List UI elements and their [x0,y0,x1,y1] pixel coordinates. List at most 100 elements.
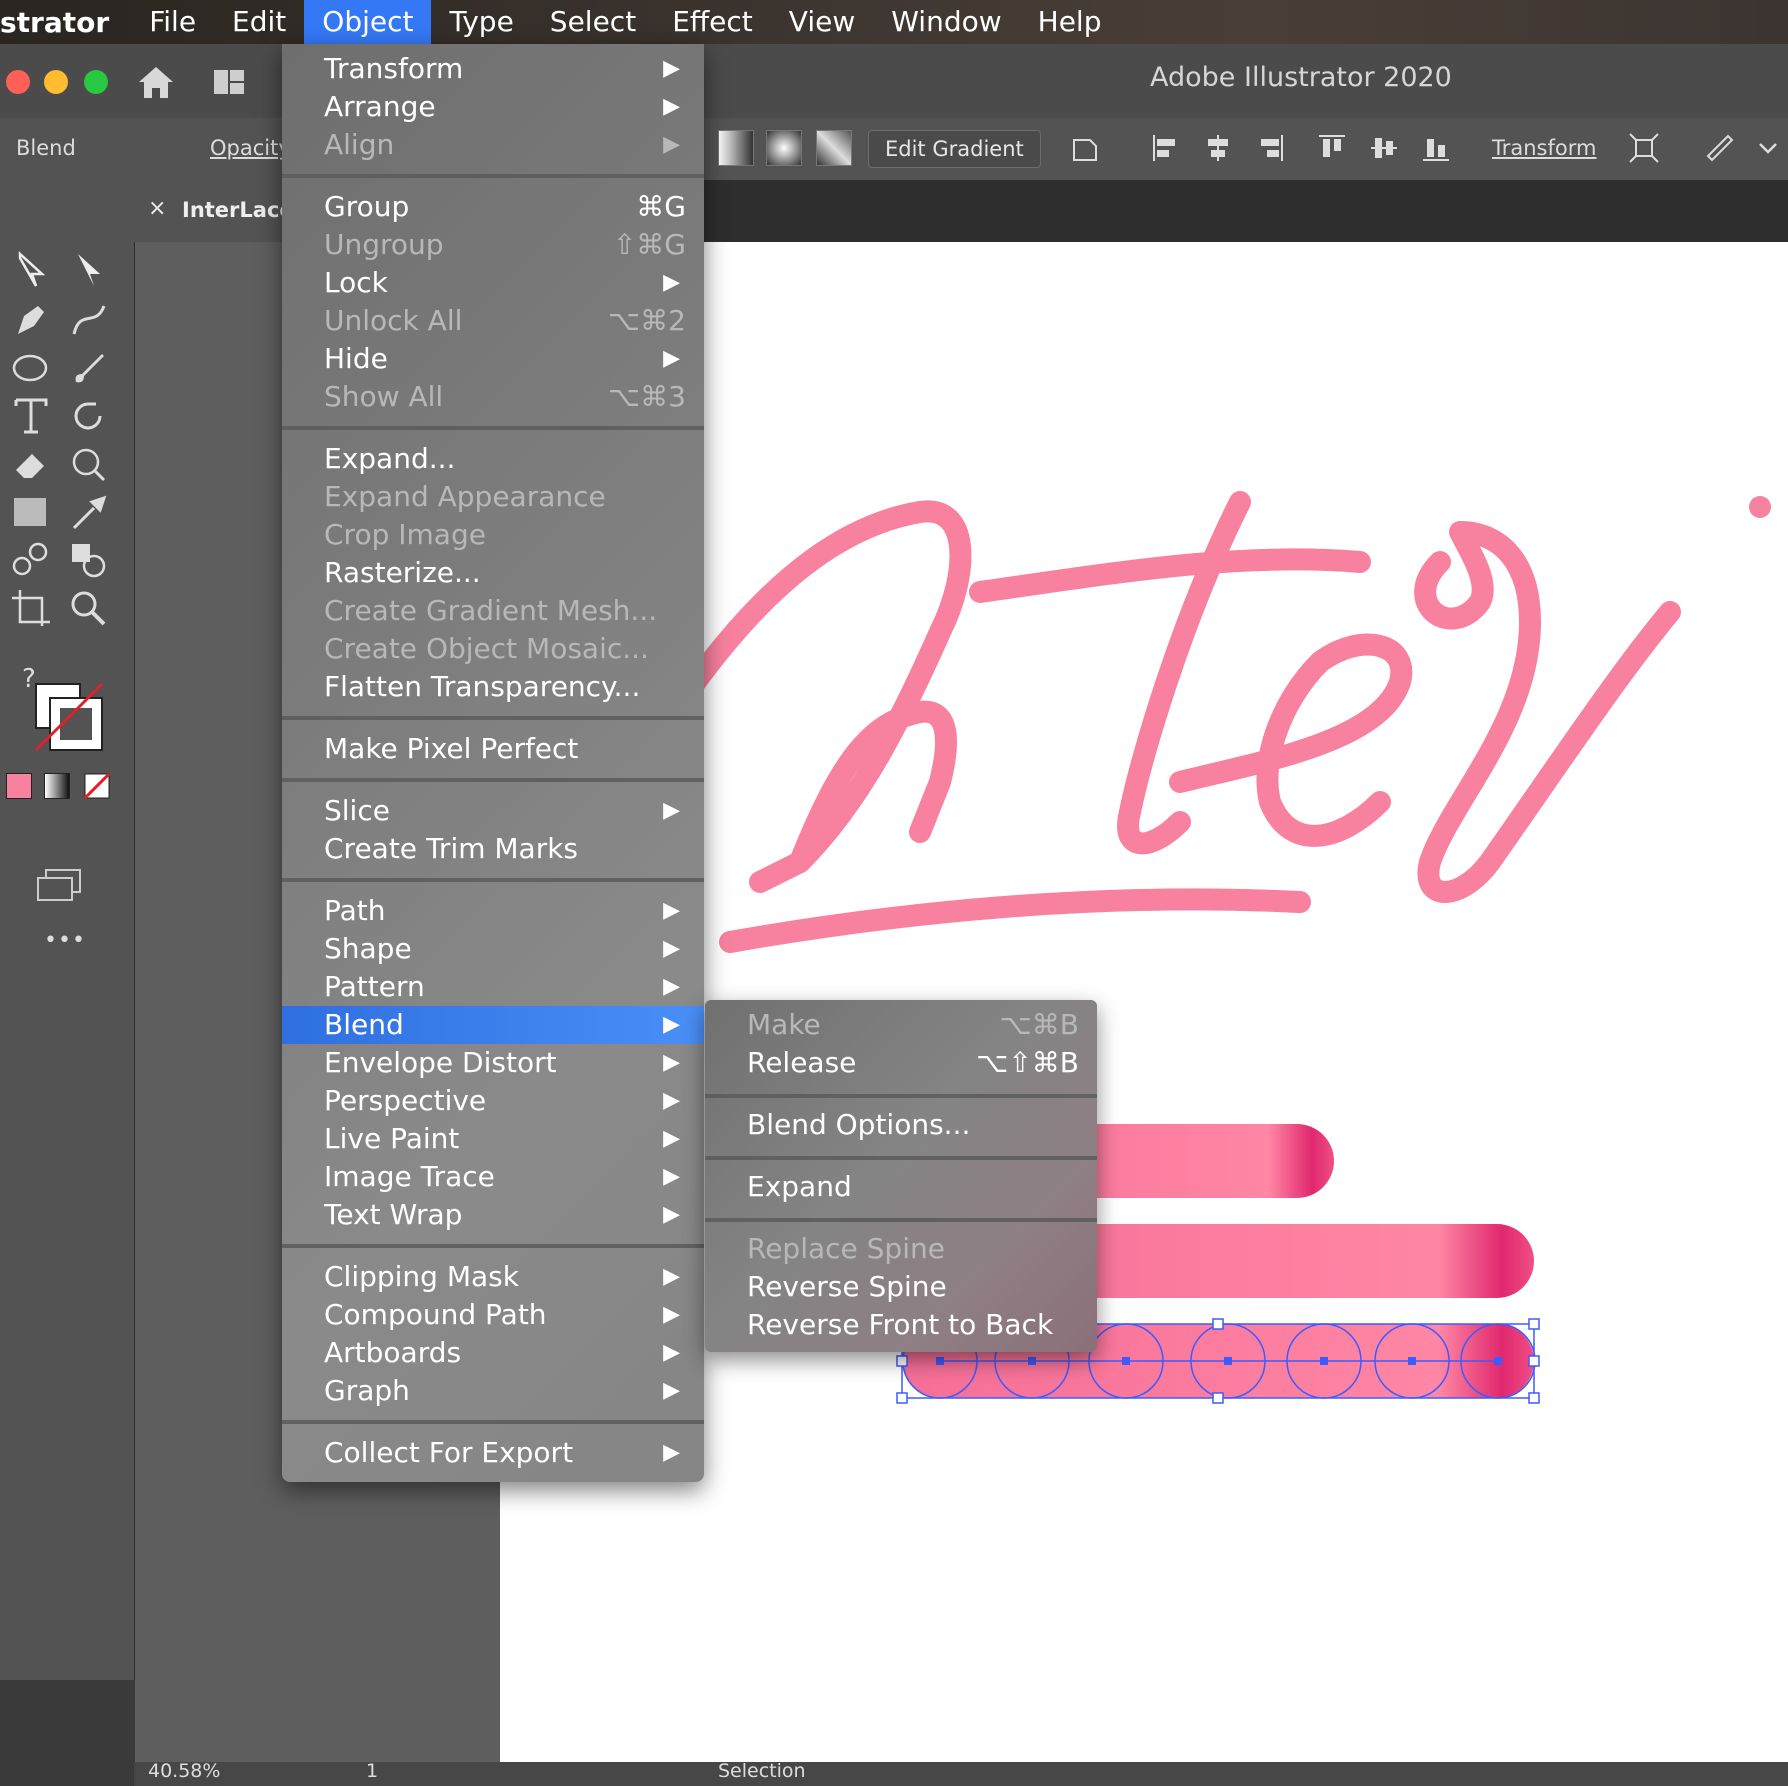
gradient-tool-icon[interactable] [8,490,54,534]
ellipse-tool-icon[interactable] [8,346,54,390]
menu-item-rasterize[interactable]: Rasterize... [282,554,704,592]
blend-replace-spine[interactable]: Replace Spine [705,1230,1097,1268]
paintbrush-tool-icon[interactable] [66,346,112,390]
blend-reverse-front-to-back[interactable]: Reverse Front to Back [705,1306,1097,1344]
rotate-tool-icon[interactable] [66,394,112,438]
align-left-icon[interactable] [1150,132,1182,164]
type-tool-icon[interactable] [8,394,54,438]
selection-tool-icon[interactable] [8,248,54,292]
menu-item-ungroup[interactable]: Ungroup ⇧⌘G [282,226,704,264]
menu-item-collect-for-export[interactable]: Collect For Export ▶ [282,1434,704,1472]
zoom-tool-icon[interactable] [66,586,112,630]
align-top-icon[interactable] [1316,132,1348,164]
menu-type[interactable]: Type [431,0,531,44]
menu-item-blend[interactable]: Blend ▶ [282,1006,704,1044]
artboard-number[interactable]: 1 [366,1760,378,1782]
free-transform-tool-icon[interactable] [66,442,112,486]
menu-item-envelope-distort[interactable]: Envelope Distort ▶ [282,1044,704,1082]
menu-item-transform[interactable]: Transform ▶ [282,50,704,88]
eyedropper-tool-icon[interactable] [66,490,112,534]
pen-tool-icon[interactable] [8,298,54,342]
menu-select[interactable]: Select [532,0,654,44]
menu-item-create-object-mosaic[interactable]: Create Object Mosaic... [282,630,704,668]
dot-mark[interactable] [1749,496,1771,518]
eraser-tool-icon[interactable] [8,442,54,486]
panel-options-icon[interactable] [1704,132,1736,164]
menu-object[interactable]: Object [304,0,432,44]
menu-edit[interactable]: Edit [214,0,304,44]
blend-options[interactable]: Blend Options... [705,1106,1097,1144]
chevron-down-icon[interactable] [1752,132,1784,164]
menu-file[interactable]: File [131,0,214,44]
transform-link[interactable]: Transform [1492,136,1596,160]
isolate-group-icon[interactable] [1628,132,1660,164]
menu-view[interactable]: View [771,0,873,44]
minimize-window-button[interactable] [44,70,68,94]
menu-item-make-pixel-perfect[interactable]: Make Pixel Perfect [282,730,704,768]
fill-stroke-swatch[interactable] [34,682,106,754]
workspace-switcher-icon[interactable] [214,68,252,96]
menu-item-shape[interactable]: Shape ▶ [282,930,704,968]
shape-builder-tool-icon[interactable] [66,538,112,582]
none-mode-icon[interactable] [84,773,110,799]
menu-effect[interactable]: Effect [654,0,771,44]
menu-item-pattern[interactable]: Pattern ▶ [282,968,704,1006]
direct-selection-tool-icon[interactable] [66,248,112,292]
blend-expand[interactable]: Expand [705,1168,1097,1206]
menu-item-perspective[interactable]: Perspective ▶ [282,1082,704,1120]
home-icon[interactable] [136,64,176,100]
blend-tool-icon[interactable] [8,538,54,582]
menu-item-expand-appearance[interactable]: Expand Appearance [282,478,704,516]
blend-release[interactable]: Release ⌥⇧⌘B [705,1044,1097,1082]
current-tool-status[interactable]: Selection [718,1760,806,1782]
menu-item-live-paint[interactable]: Live Paint ▶ [282,1120,704,1158]
menu-item-create-gradient-mesh[interactable]: Create Gradient Mesh... [282,592,704,630]
align-to-icon[interactable] [1070,132,1102,164]
align-vertical-center-icon[interactable] [1368,132,1400,164]
align-horizontal-center-icon[interactable] [1202,132,1234,164]
menu-item-slice[interactable]: Slice ▶ [282,792,704,830]
menu-item-align[interactable]: Align ▶ [282,126,704,164]
menu-item-text-wrap[interactable]: Text Wrap ▶ [282,1196,704,1234]
blend-make[interactable]: Make ⌥⌘B [705,1006,1097,1044]
menu-item-arrange[interactable]: Arrange ▶ [282,88,704,126]
zoom-window-button[interactable] [84,70,108,94]
color-mode-icon[interactable] [6,773,32,799]
menu-item-crop-image[interactable]: Crop Image [282,516,704,554]
menu-item-lock[interactable]: Lock ▶ [282,264,704,302]
menu-item-compound-path[interactable]: Compound Path ▶ [282,1296,704,1334]
zoom-level[interactable]: 40.58% [148,1760,220,1782]
document-tab[interactable]: × InterLaced [134,180,294,242]
menu-item-path[interactable]: Path ▶ [282,892,704,930]
menu-item-group[interactable]: Group ⌘G [282,188,704,226]
freeform-gradient-icon[interactable] [816,130,852,166]
menu-item-expand[interactable]: Expand... [282,440,704,478]
menu-window[interactable]: Window [873,0,1019,44]
screen-mode-icon[interactable] [36,868,82,904]
menu-item-graph[interactable]: Graph ▶ [282,1372,704,1410]
blend-reverse-spine[interactable]: Reverse Spine [705,1268,1097,1306]
submenu-arrow-icon: ▶ [663,56,680,81]
edit-gradient-button[interactable]: Edit Gradient [868,130,1041,168]
align-right-icon[interactable] [1254,132,1286,164]
close-tab-icon[interactable]: × [148,196,166,221]
menu-item-artboards[interactable]: Artboards ▶ [282,1334,704,1372]
menu-item-unlock-all[interactable]: Unlock All ⌥⌘2 [282,302,704,340]
menu-item-hide[interactable]: Hide ▶ [282,340,704,378]
artboard-tool-icon[interactable] [8,586,54,630]
curvature-tool-icon[interactable] [66,298,112,342]
menu-item-flatten-transparency[interactable]: Flatten Transparency... [282,668,704,706]
menu-item-image-trace[interactable]: Image Trace ▶ [282,1158,704,1196]
menu-item-create-trim-marks[interactable]: Create Trim Marks [282,830,704,868]
close-window-button[interactable] [6,70,30,94]
app-menu[interactable]: strator [0,6,131,39]
align-bottom-icon[interactable] [1420,132,1452,164]
menu-item-clipping-mask[interactable]: Clipping Mask ▶ [282,1258,704,1296]
linear-gradient-icon[interactable] [718,130,754,166]
menu-help[interactable]: Help [1020,0,1120,44]
gradient-mode-icon[interactable] [44,773,70,799]
menu-item-show-all[interactable]: Show All ⌥⌘3 [282,378,704,416]
radial-gradient-icon[interactable] [766,130,802,166]
more-tools-icon[interactable]: ••• [44,928,86,953]
opacity-link[interactable]: Opacity [210,136,291,160]
